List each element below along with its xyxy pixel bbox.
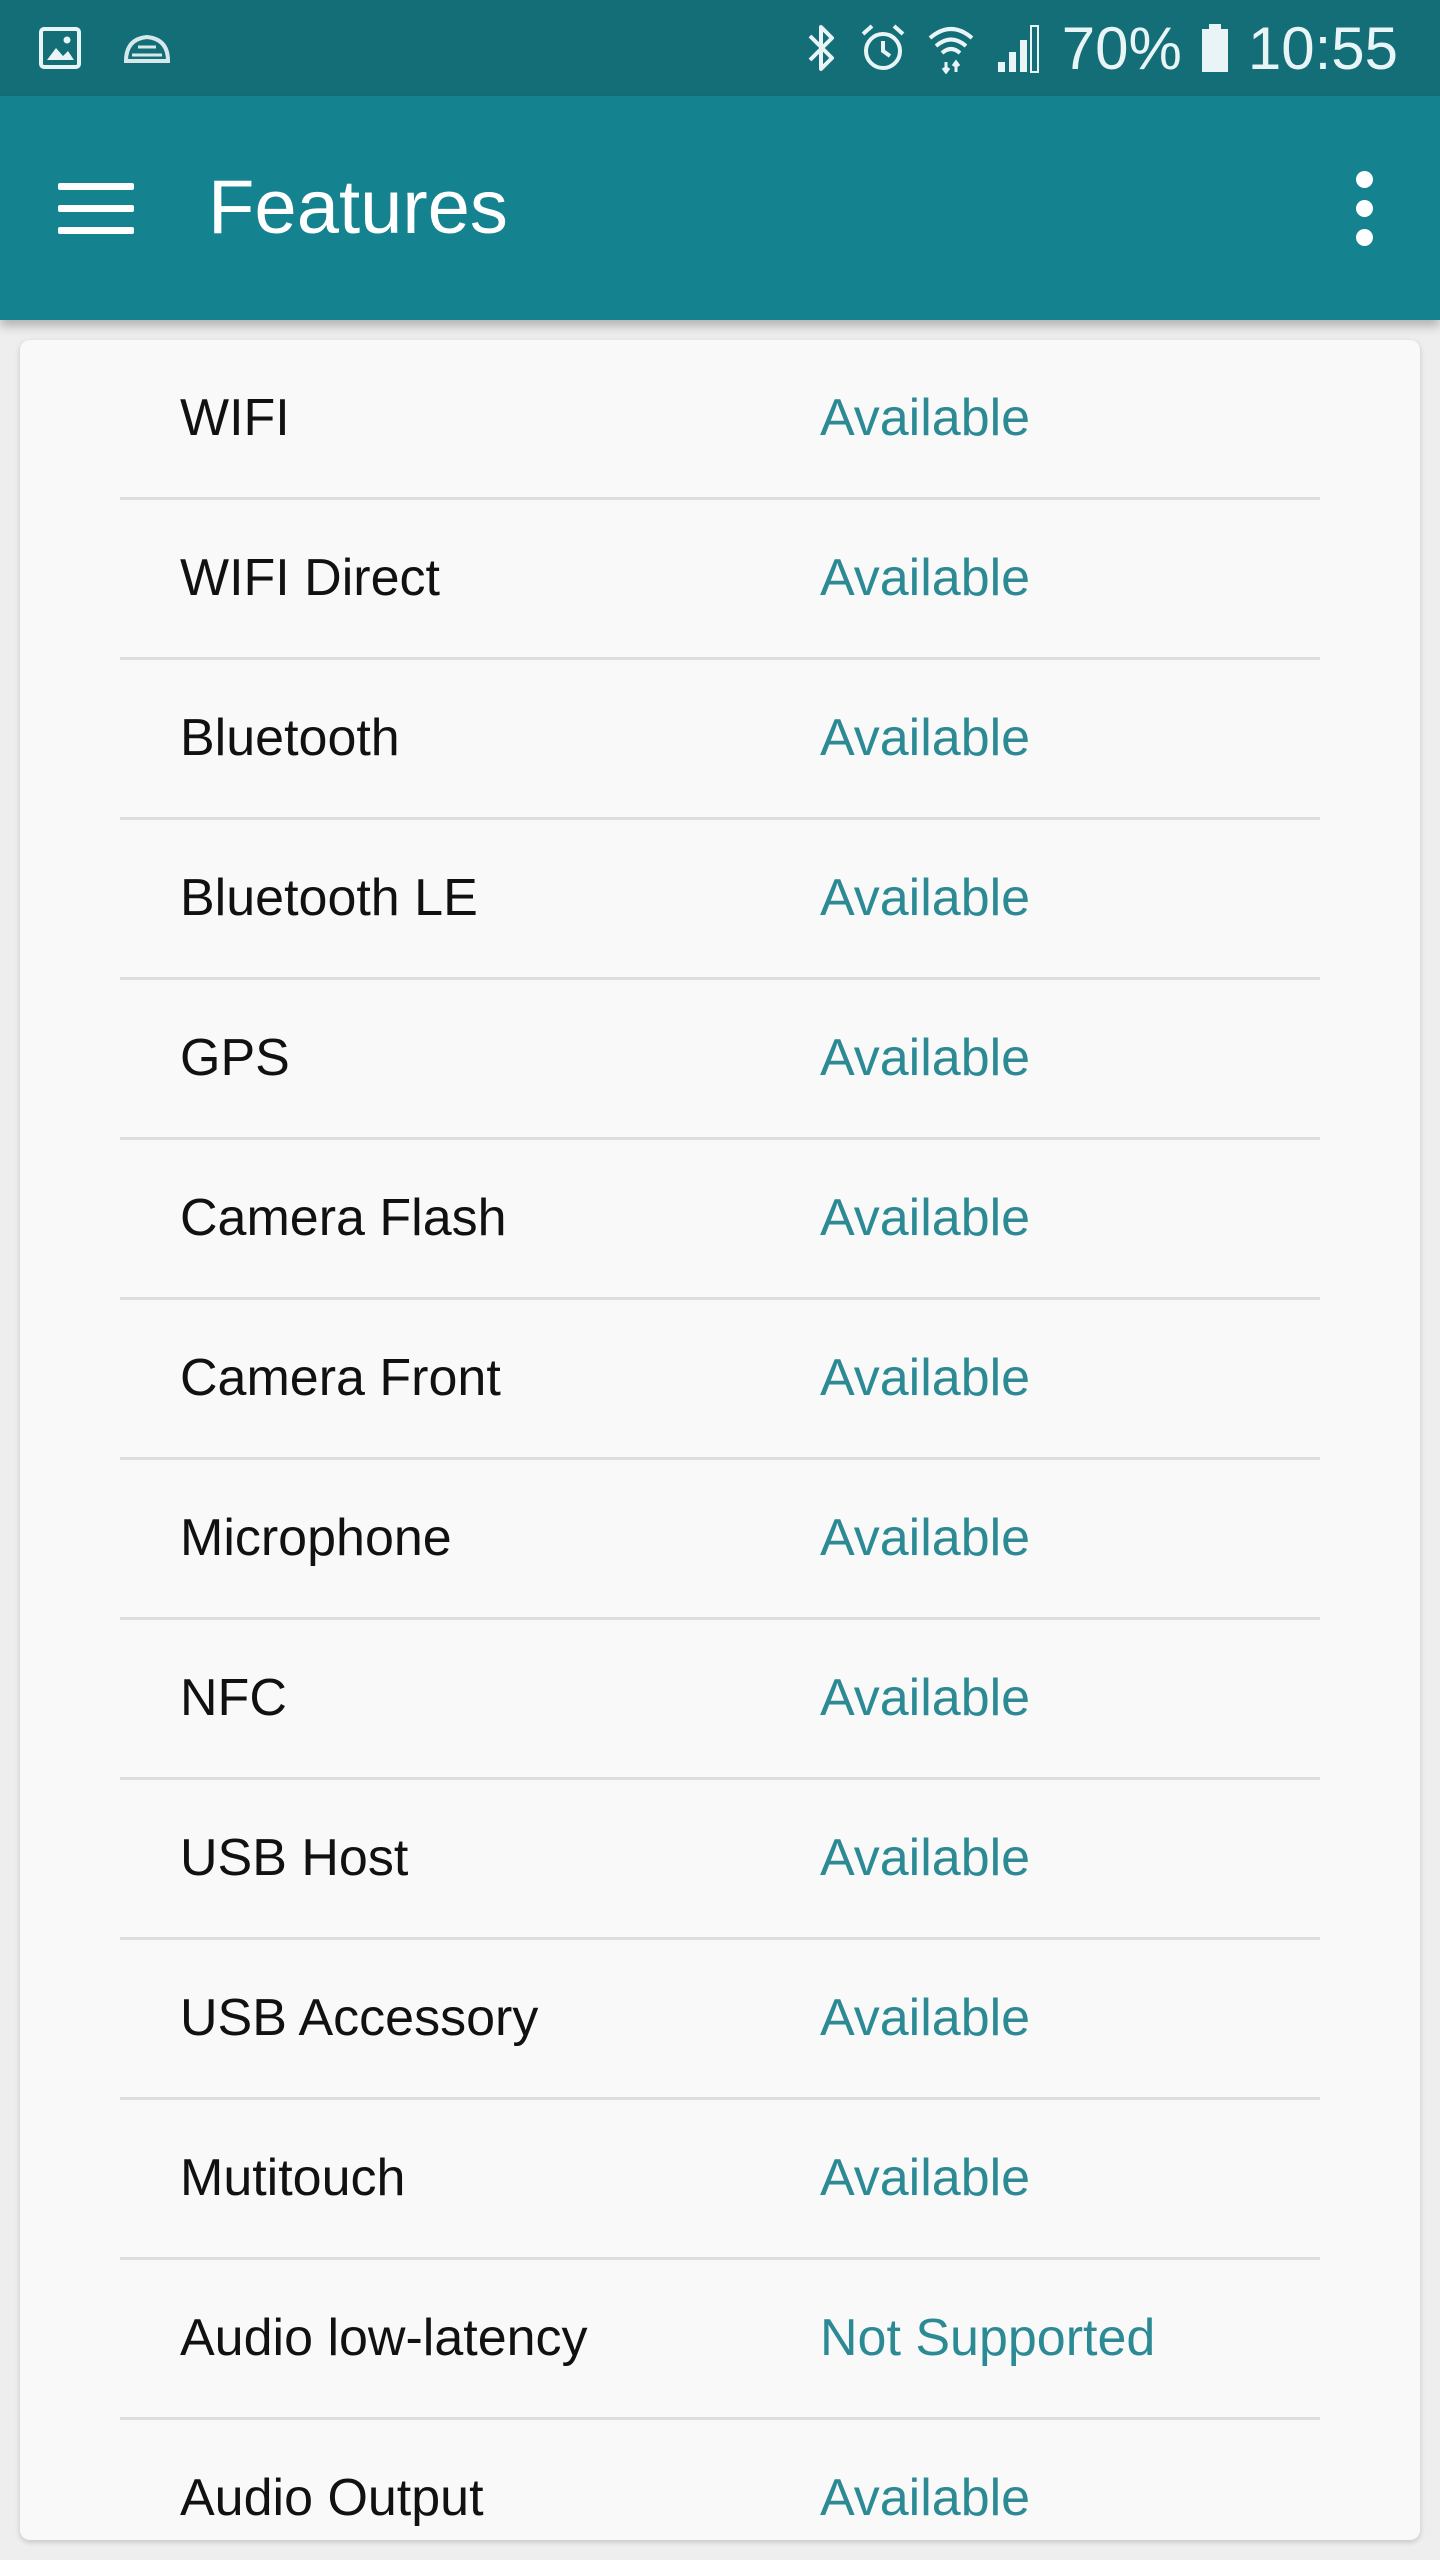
list-item[interactable]: NFC Available: [120, 1620, 1320, 1780]
feature-name: Microphone: [180, 1509, 452, 1567]
feature-status: Available: [820, 1509, 1031, 1567]
feature-name: Audio low-latency: [180, 2309, 588, 2367]
feature-status: Available: [820, 1989, 1031, 2047]
feature-name: WIFI: [180, 389, 290, 447]
feature-name: USB Host: [180, 1829, 409, 1887]
feature-status: Not Supported: [820, 2309, 1156, 2367]
list-item[interactable]: Camera Front Available: [120, 1300, 1320, 1460]
feature-name: Bluetooth: [180, 709, 400, 767]
system-icons: 70% 10:55: [804, 14, 1398, 82]
feature-status: Available: [820, 709, 1031, 767]
list-item[interactable]: USB Accessory Available: [120, 1940, 1320, 2100]
list-item[interactable]: Bluetooth Available: [120, 660, 1320, 820]
feature-status: Available: [820, 869, 1031, 927]
feature-name: Audio Output: [180, 2469, 484, 2527]
menu-icon[interactable]: [40, 162, 150, 254]
list-item[interactable]: Camera Flash Available: [120, 1140, 1320, 1300]
feature-status: Available: [820, 1029, 1031, 1087]
list-item[interactable]: Mutitouch Available: [120, 2100, 1320, 2260]
status-bar: 70% 10:55: [0, 0, 1440, 96]
feature-name: Camera Front: [180, 1349, 501, 1407]
feature-name: Bluetooth LE: [180, 869, 478, 927]
notification-icons: [38, 22, 172, 74]
gallery-notification-icon: [38, 26, 82, 70]
list-item[interactable]: WIFI Direct Available: [120, 500, 1320, 660]
list-item[interactable]: USB Host Available: [120, 1780, 1320, 1940]
bluetooth-icon: [804, 22, 840, 74]
feature-name: GPS: [180, 1029, 290, 1087]
list-item[interactable]: Audio low-latency Not Supported: [120, 2260, 1320, 2420]
feature-status: Available: [820, 1669, 1031, 1727]
battery-icon: [1200, 22, 1230, 74]
list-item[interactable]: Microphone Available: [120, 1460, 1320, 1620]
app-bar: Features: [0, 96, 1440, 320]
feature-status: Available: [820, 2469, 1031, 2527]
feature-status: Available: [820, 2149, 1031, 2207]
feature-status: Available: [820, 549, 1031, 607]
list-item[interactable]: Audio Output Available: [120, 2420, 1320, 2540]
battery-percent: 70%: [1061, 14, 1182, 82]
feature-status: Available: [820, 1189, 1031, 1247]
clock: 10:55: [1247, 14, 1398, 82]
feature-status: Available: [820, 1829, 1031, 1887]
feature-name: WIFI Direct: [180, 549, 440, 607]
feature-name: USB Accessory: [180, 1989, 539, 2047]
features-card: WIFI Available WIFI Direct Available Bluetoo…: [20, 340, 1420, 2540]
cloud-notification-icon: [122, 31, 172, 65]
more-options-icon[interactable]: [1328, 152, 1400, 264]
wifi-icon: [926, 22, 976, 74]
list-item[interactable]: GPS Available: [120, 980, 1320, 1140]
feature-status: Available: [820, 389, 1031, 447]
list-item[interactable]: Bluetooth LE Available: [120, 820, 1320, 980]
list-item[interactable]: WIFI Available: [120, 340, 1320, 500]
feature-name: Mutitouch: [180, 2149, 406, 2207]
alarm-icon: [858, 22, 908, 74]
feature-name: Camera Flash: [180, 1189, 507, 1247]
feature-status: Available: [820, 1349, 1031, 1407]
signal-icon: [994, 22, 1044, 74]
feature-name: NFC: [180, 1669, 287, 1727]
page-title: Features: [208, 165, 508, 250]
